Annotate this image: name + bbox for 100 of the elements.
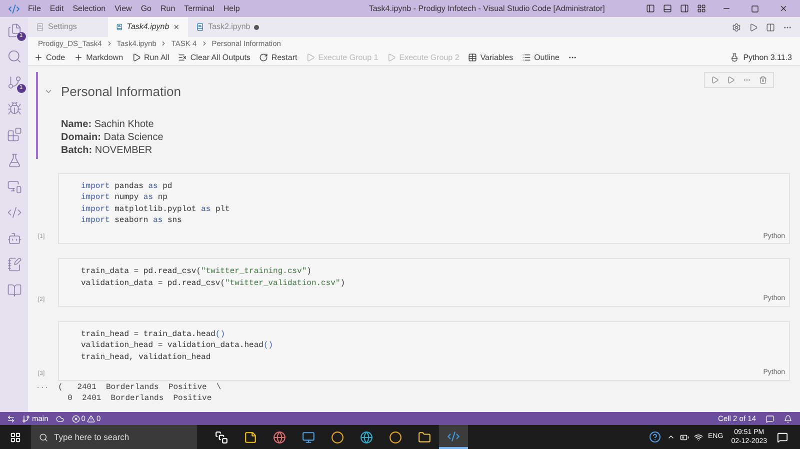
list-icon [522, 53, 532, 62]
window-title: Task4.ipynb - Prodigy Infotech - Visual Studio Code [Administrator] [368, 2, 606, 14]
warning-icon [87, 414, 96, 422]
panel-icon[interactable] [646, 4, 655, 13]
files-icon[interactable] [6, 23, 22, 38]
note-icon [244, 430, 257, 444]
toolbar-button[interactable]: Outline [522, 52, 560, 64]
code-icon [447, 430, 460, 442]
cell-heading: Personal Information [61, 83, 181, 101]
editor-tab[interactable]: Task4.ipynb [108, 17, 188, 37]
toolbar-button[interactable]: Run All [132, 52, 170, 64]
notebook-icon[interactable] [6, 257, 22, 272]
search-icon[interactable] [6, 49, 22, 64]
plus-icon [74, 53, 84, 62]
table-icon [468, 53, 478, 62]
monitor-icon[interactable] [6, 179, 22, 194]
markdown-line: Name: Sachin Khote [61, 118, 155, 130]
circle-icon [389, 430, 402, 444]
monitor-icon [302, 430, 315, 444]
toolbar-button[interactable]: Markdown [74, 52, 124, 64]
circle-icon [331, 430, 344, 444]
sync-icon[interactable] [56, 414, 64, 422]
bell-icon[interactable] [784, 414, 792, 422]
remote-icon[interactable] [7, 414, 15, 422]
menu-item[interactable]: Run [160, 2, 176, 14]
notification-icon[interactable] [777, 432, 788, 442]
search-icon [39, 432, 48, 442]
globe-icon [273, 430, 286, 444]
wifi-icon[interactable] [694, 432, 704, 442]
chevron-icon [106, 40, 113, 47]
error-icon [72, 414, 80, 422]
close-icon[interactable] [779, 4, 788, 13]
settings-icon[interactable] [732, 22, 741, 32]
code-line: train_head, validation_head [81, 352, 212, 363]
toolbar-button[interactable]: Code [34, 52, 66, 64]
restore-icon[interactable] [751, 4, 759, 12]
globe-icon [360, 430, 373, 444]
split-icon[interactable] [766, 22, 775, 32]
play-icon [132, 53, 142, 62]
close-icon[interactable] [173, 23, 180, 31]
notebook-icon [196, 23, 204, 31]
code-line: train_data = pd.read_csv("twitter_training.csv") [81, 266, 312, 278]
play-icon [387, 53, 396, 62]
branch-icon[interactable] [6, 75, 22, 90]
run-below-icon[interactable] [727, 76, 735, 84]
kernel-icon [730, 53, 740, 62]
code-icon[interactable] [6, 205, 22, 220]
code-line: validation_data = pd.read_csv("twitter_validation.csv") [81, 278, 346, 289]
markdown-line: Domain: Data Science [61, 130, 164, 144]
code-line: train_head = train_data.head() [81, 328, 226, 340]
output-line: ( 2401 Borderlands Positive \ [58, 382, 222, 392]
menu-item[interactable]: Go [140, 2, 152, 14]
layout-icon[interactable] [697, 4, 706, 13]
play-icon [306, 53, 316, 62]
start-icon[interactable] [10, 432, 21, 442]
toolbar-button[interactable]: Restart [259, 52, 298, 64]
markdown-line: Batch: NOVEMBER [61, 144, 154, 156]
help-icon[interactable] [649, 431, 662, 443]
tab-label: Settings [48, 21, 77, 33]
play-icon[interactable] [749, 22, 758, 32]
code-line: import numpy as np [81, 192, 168, 204]
code-line: import pandas as pd [81, 180, 174, 192]
panel-icon[interactable] [680, 4, 689, 13]
chevron-icon [160, 40, 168, 47]
kernel-label[interactable]: Python 3.11.3 [743, 52, 792, 64]
menu-item[interactable]: View [114, 2, 132, 14]
chevron-up-icon[interactable] [667, 433, 676, 441]
plus-icon [34, 53, 43, 62]
battery-icon[interactable] [680, 432, 690, 442]
flask-icon[interactable] [6, 153, 22, 168]
delete-icon[interactable] [759, 76, 767, 84]
toolbar-button[interactable]: Clear All Outputs [178, 52, 250, 64]
menu-item[interactable]: File [28, 2, 41, 14]
tab-label: Task4.ipynb [126, 21, 170, 33]
menu-item[interactable]: Edit [50, 2, 64, 14]
panel-icon[interactable] [663, 4, 672, 13]
code-line: validation_head = validation_data.head() [81, 340, 274, 352]
branch-icon [22, 414, 30, 422]
chevron-icon [200, 40, 208, 47]
extensions-icon[interactable] [6, 127, 22, 142]
code-line: import seaborn as sns [81, 215, 183, 226]
menu-item[interactable]: Selection [72, 2, 106, 14]
output-line: 0 2401 Borderlands Positive [66, 392, 213, 404]
task-view-icon [215, 430, 228, 444]
menu-item[interactable]: Help [223, 2, 240, 14]
run-above-icon[interactable] [711, 76, 719, 84]
folder-icon [418, 430, 431, 444]
notebook-icon [36, 23, 44, 31]
feedback-icon[interactable] [766, 414, 774, 422]
restart-icon [259, 53, 268, 62]
clear-icon [178, 53, 188, 62]
taskbar-search-field[interactable]: Type here to search [31, 425, 197, 449]
logo-icon [8, 2, 20, 14]
bot-icon[interactable] [6, 231, 22, 246]
menu-item[interactable]: Terminal [184, 2, 214, 14]
run-debug-icon[interactable] [6, 101, 22, 116]
code-line: import matplotlib.pyplot as plt [81, 204, 231, 215]
book-icon[interactable] [6, 283, 22, 298]
toolbar-button[interactable]: Variables [468, 52, 514, 64]
tab-label: Task2.ipynb [208, 21, 250, 33]
